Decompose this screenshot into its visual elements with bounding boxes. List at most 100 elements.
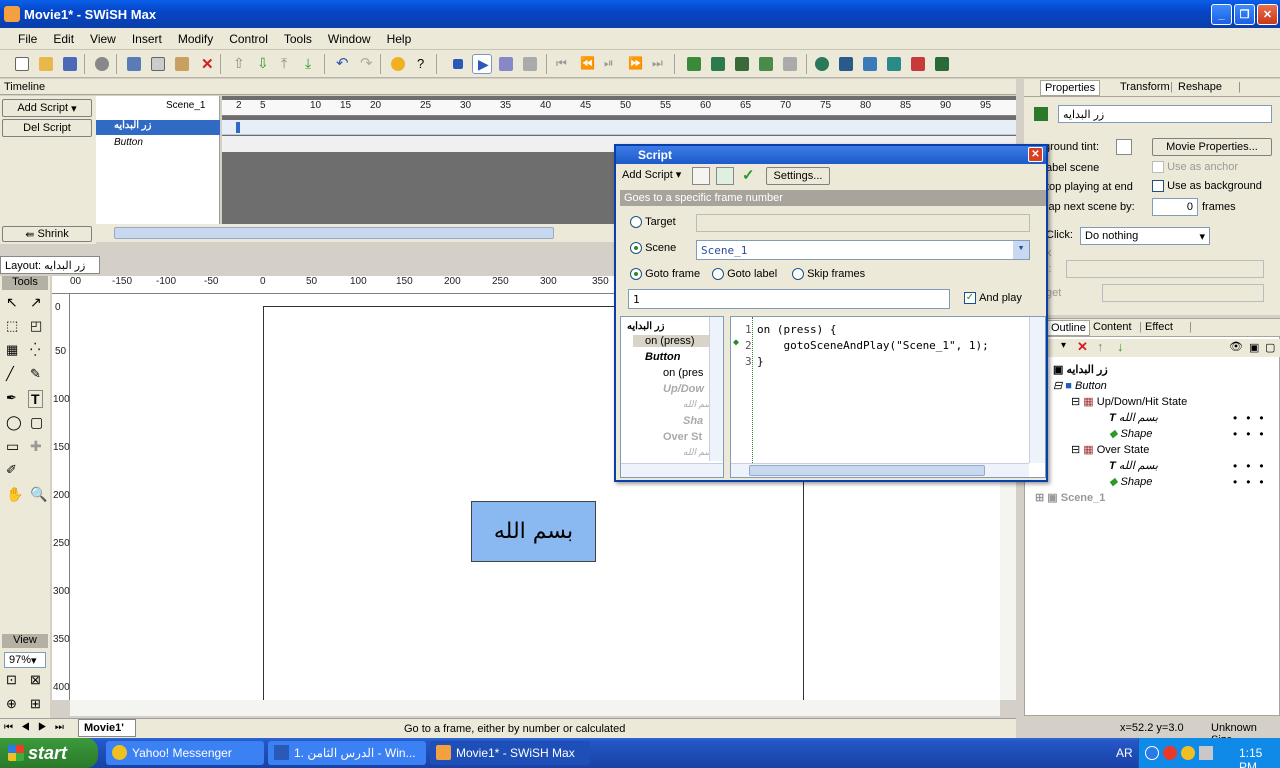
object-name-input[interactable]: زر البدايه (1058, 105, 1272, 123)
script-tree-item[interactable]: on (pres (663, 367, 703, 379)
scene-select[interactable]: Scene_1 ▾ (696, 240, 1030, 260)
movie-nav-icons[interactable]: ⏮◀▶⏭ (4, 722, 72, 733)
taskbar-item-swish[interactable]: Movie1* - SWiSH Max (430, 741, 590, 765)
menu-edit[interactable]: Edit (53, 32, 74, 46)
menu-view[interactable]: View (90, 32, 116, 46)
zoom-in-icon[interactable]: ⊕ (6, 696, 17, 712)
copy-icon[interactable] (148, 54, 168, 74)
select-tool-icon[interactable]: ↖ (6, 294, 18, 311)
script-tree-item[interactable]: Up/Dow (663, 383, 704, 395)
outline-item[interactable]: ◆ Shape (1109, 475, 1152, 488)
messenger-icon[interactable] (1181, 746, 1195, 760)
script-tree-item[interactable]: on (press) (633, 335, 711, 347)
pen-tool-icon[interactable]: ✒ (6, 390, 17, 406)
effect-2-icon[interactable] (836, 54, 856, 74)
open-icon[interactable] (36, 54, 56, 74)
undo-icon[interactable]: ↶ (332, 54, 352, 74)
delete-icon[interactable]: ✕ (1077, 339, 1088, 355)
step-frame-icon[interactable]: ⏯ (600, 54, 620, 74)
outline-mode-icon[interactable]: ▢ (1265, 341, 1275, 354)
use-anchor-option[interactable]: Use as anchor (1152, 161, 1238, 174)
language-indicator[interactable]: AR (1116, 746, 1133, 760)
move-up-icon[interactable]: ↑ (1097, 339, 1104, 354)
and-play-checkbox[interactable]: ✓ And play (964, 292, 1022, 305)
delete-icon[interactable]: ✕ (196, 54, 216, 74)
skip-frames-radio[interactable]: Skip frames (792, 268, 865, 281)
script-add-script-button[interactable]: Add Script ▾ (622, 168, 681, 181)
add-script-button[interactable]: Add Script ▾ (2, 99, 92, 117)
insert-scene-icon[interactable] (684, 54, 704, 74)
effect-5-icon[interactable] (908, 54, 928, 74)
movie-tab[interactable]: Movie1' (78, 719, 136, 737)
effect-4-icon[interactable] (884, 54, 904, 74)
move-down-icon[interactable]: ⇩ (252, 54, 272, 74)
frame-number-input[interactable]: 1 (628, 289, 950, 309)
context-help-icon[interactable]: ? (412, 54, 432, 74)
movie-properties-button[interactable]: Movie Properties... (1152, 138, 1272, 156)
taskbar-item-word[interactable]: 1. الدرس الثامن - Win... (268, 741, 426, 765)
tree-vscroll[interactable] (709, 317, 723, 461)
zoom-100-icon[interactable]: ⊠ (30, 672, 41, 688)
layer-row[interactable]: زر البدايه (96, 120, 220, 135)
last-frame-icon[interactable]: ⏭ (648, 54, 668, 74)
zoom-fit-icon[interactable]: ⊡ (6, 672, 17, 688)
del-script-button[interactable]: Del Script (2, 119, 92, 137)
insert-button-icon[interactable] (732, 54, 752, 74)
eyedropper-tool-icon[interactable]: ✐ (6, 462, 17, 478)
move-up-icon[interactable]: ⇧ (228, 54, 248, 74)
menu-help[interactable]: Help (387, 32, 412, 46)
script-list-icon[interactable] (692, 167, 710, 185)
paste-icon[interactable] (172, 54, 192, 74)
timeline-tab[interactable]: Timeline (4, 81, 45, 93)
rotate-tool-icon[interactable]: ◰ (30, 318, 42, 334)
subselect-tool-icon[interactable]: ↗ (30, 294, 42, 311)
goto-label-radio[interactable]: Goto label (712, 268, 777, 281)
taskbar-item-yahoo[interactable]: Yahoo! Messenger (106, 741, 264, 765)
stop-icon[interactable] (448, 54, 468, 74)
back-icon[interactable] (1145, 746, 1159, 760)
next-frame-icon[interactable]: ⏩ (624, 54, 644, 74)
script-tree-item[interactable]: Sha (683, 415, 703, 427)
component-tool-icon[interactable]: ✚ (30, 438, 42, 455)
tab-reshape[interactable]: Reshape (1178, 81, 1222, 93)
opera-icon[interactable] (1163, 746, 1177, 760)
preview-icon[interactable] (92, 54, 112, 74)
scale-tool-icon[interactable]: ⬚ (6, 318, 18, 334)
menu-modify[interactable]: Modify (178, 32, 213, 46)
start-button[interactable]: start (0, 738, 98, 768)
outline-item[interactable]: ⊟ ▦ Up/Down/Hit State (1071, 395, 1187, 408)
frame-track[interactable] (222, 120, 1016, 135)
url-input[interactable] (1066, 260, 1264, 278)
menu-tools[interactable]: Tools (284, 32, 312, 46)
menu-insert[interactable]: Insert (132, 32, 162, 46)
help-icon[interactable] (388, 54, 408, 74)
pencil-tool-icon[interactable]: ✎ (30, 366, 41, 382)
insert-dropdown-icon[interactable]: ▾ (1061, 340, 1066, 351)
menu-control[interactable]: Control (229, 32, 268, 46)
effect-3-icon[interactable] (860, 54, 880, 74)
code-vscroll[interactable] (1029, 317, 1045, 463)
insert-shape-icon[interactable] (780, 54, 800, 74)
use-as-background-option[interactable]: Use as background (1152, 180, 1262, 193)
tree-hscroll[interactable] (621, 463, 723, 477)
new-icon[interactable] (12, 54, 32, 74)
motion-path-icon[interactable]: ⁛ (30, 342, 40, 358)
tab-outline[interactable]: Outline (1047, 320, 1090, 336)
bg-tint-swatch[interactable] (1116, 139, 1132, 155)
code-editor[interactable]: 1 on (press) { ◆ 2 gotoSceneAndPlay("Sce… (730, 316, 1046, 478)
rectangle-tool-icon[interactable]: ▢ (30, 414, 43, 431)
hand-tool-icon[interactable]: ✋ (6, 486, 23, 503)
outline-item[interactable]: ◆ Shape (1109, 427, 1152, 440)
outline-item[interactable]: ⊟ ■ Button (1053, 379, 1107, 392)
code-hscroll[interactable] (731, 463, 1029, 477)
lock-icon[interactable]: ▣ (1249, 341, 1259, 354)
target-select[interactable] (696, 214, 1030, 232)
effect-1-icon[interactable] (812, 54, 832, 74)
outline-item[interactable]: ▣ زر البدايه (1053, 363, 1108, 376)
move-top-icon[interactable]: ⤒ (276, 54, 296, 74)
network-icon[interactable] (1199, 746, 1213, 760)
scene-radio[interactable]: Scene (630, 242, 676, 255)
play-element-icon[interactable] (520, 54, 540, 74)
outline-item[interactable]: ⊞ ▣ Scene_1 (1035, 491, 1105, 504)
tab-transform[interactable]: Transform (1120, 81, 1170, 93)
